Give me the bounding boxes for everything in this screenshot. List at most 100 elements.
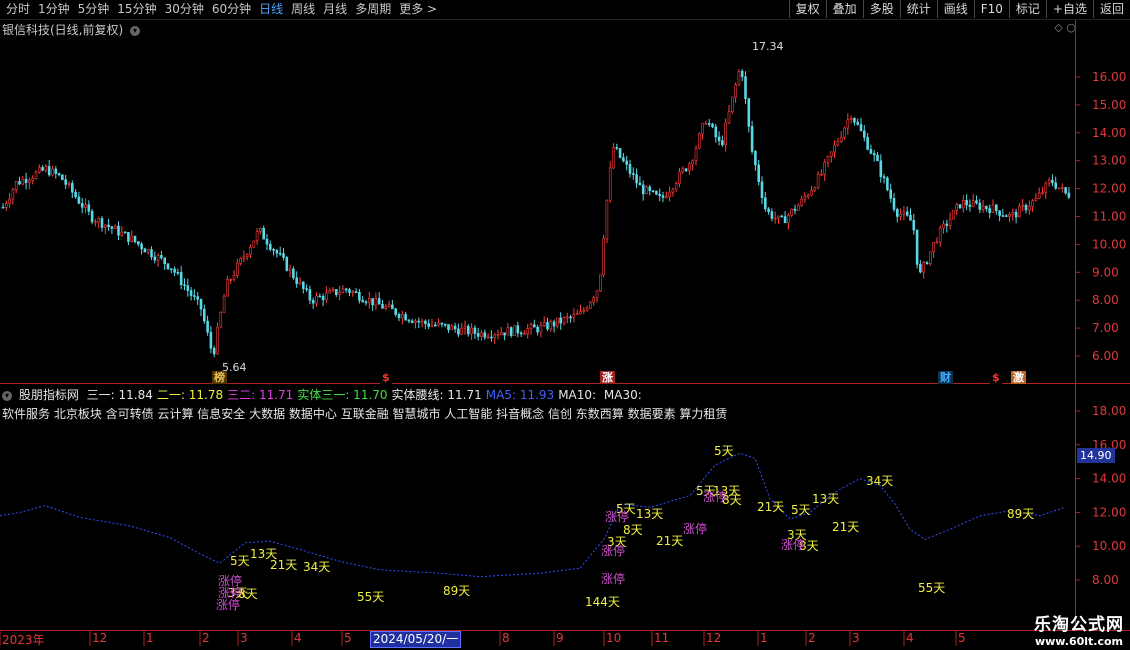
candle-body — [74, 191, 77, 198]
candle-body — [367, 298, 371, 303]
candle-body — [338, 292, 341, 295]
candle-body — [942, 223, 945, 229]
candle-body — [354, 291, 358, 293]
candle-body — [998, 210, 1001, 216]
candle-body — [849, 117, 853, 120]
main-y-label: 16.00 — [1092, 70, 1126, 84]
indicator-annotation: 89天 — [443, 584, 470, 598]
candle-body — [364, 301, 368, 304]
candle-body — [90, 210, 94, 223]
candle-body — [292, 268, 295, 279]
event-marker[interactable]: $ — [380, 371, 392, 384]
candle-body — [958, 204, 962, 209]
candle-body — [34, 171, 38, 179]
candle-body — [288, 268, 292, 271]
candle-body — [1021, 204, 1025, 207]
candle-body — [1054, 182, 1057, 189]
candle-body — [371, 298, 374, 306]
indicator-annotation: 144天 — [585, 595, 620, 609]
candle-body — [407, 319, 411, 322]
indicator-annotation: 涨停 — [601, 571, 625, 586]
candle-body — [480, 332, 483, 337]
candle-body — [589, 301, 592, 309]
candle-body — [783, 216, 787, 224]
candle-body — [704, 123, 708, 125]
indicator-values: 三一: 11.84 二一: 11.78 三二: 11.71 实体三一: 11.70 实体… — [83, 388, 642, 402]
candle-body — [711, 123, 714, 128]
main-y-label: 12.00 — [1092, 182, 1126, 196]
event-marker[interactable]: 涨 — [600, 371, 615, 384]
candle-body — [519, 332, 523, 335]
candle-body — [245, 254, 249, 258]
event-marker[interactable]: 财 — [938, 371, 953, 384]
candle-body — [80, 203, 84, 208]
candle-body — [490, 336, 493, 339]
candle-body — [658, 193, 662, 196]
event-marker[interactable]: $ — [990, 371, 1002, 384]
candle-body — [275, 250, 279, 254]
candle-body — [546, 322, 549, 330]
candle-body — [311, 299, 315, 304]
indicator-annotation: 涨停 — [601, 543, 625, 558]
indicator-annotation: 涨停 — [781, 537, 805, 552]
candle-body — [186, 285, 190, 291]
chart-canvas[interactable]: 16.0015.0014.0013.0012.0011.0010.009.008… — [0, 0, 1130, 650]
candle-body — [912, 220, 916, 231]
candle-body — [1, 206, 5, 209]
candle-body — [879, 160, 883, 177]
candle-body — [1041, 192, 1044, 194]
main-y-label: 15.00 — [1092, 98, 1126, 112]
candle-body — [377, 298, 381, 305]
indicator-annotation: 89天 — [1007, 507, 1034, 521]
candle-body — [740, 70, 744, 77]
indicator-annotation: 涨停 — [703, 489, 727, 504]
candle-body — [681, 168, 685, 173]
candle-body — [54, 168, 58, 174]
candle-body — [625, 160, 629, 165]
candle-body — [133, 235, 137, 242]
event-marker[interactable]: 榜 — [212, 371, 227, 384]
chevron-down-icon[interactable]: ▾ — [2, 390, 12, 401]
candle-body — [948, 218, 952, 226]
candle-body — [37, 167, 41, 173]
candle-body — [140, 243, 143, 250]
candle-body — [938, 227, 942, 243]
candle-body — [64, 179, 67, 185]
candle-body — [166, 263, 170, 270]
candle-body — [104, 224, 107, 228]
candle-body — [701, 123, 704, 135]
candle-body — [612, 147, 615, 169]
indicator-annotation: 13天 — [636, 507, 663, 521]
candle-body — [631, 173, 635, 175]
x-axis-label: 1 — [760, 631, 768, 645]
candle-body — [899, 213, 902, 217]
candle-body — [886, 177, 889, 191]
candle-body — [262, 228, 266, 240]
candle-body — [483, 332, 487, 338]
indicator-annotation: 13天 — [812, 492, 839, 506]
indicator-value-0: 三一: 11.84 — [86, 388, 153, 402]
candle-body — [443, 323, 447, 326]
candle-body — [268, 243, 272, 250]
ind-y-label: 8.00 — [1092, 573, 1119, 587]
x-axis-label: 5 — [958, 631, 966, 645]
x-axis-label: 4 — [906, 631, 914, 645]
candle-body — [242, 256, 246, 259]
indicator-annotation: 21天 — [656, 534, 683, 548]
candle-body — [384, 306, 388, 309]
candle-body — [150, 249, 153, 258]
candle-body — [499, 332, 503, 335]
candle-body — [331, 289, 335, 291]
candle-body — [47, 166, 51, 176]
main-y-label: 7.00 — [1092, 321, 1119, 335]
watermark: 乐淘公式网 www.60lt.com — [1034, 610, 1124, 648]
candle-body — [219, 312, 223, 328]
candle-body — [760, 181, 764, 199]
candle-body — [777, 215, 780, 219]
candle-body — [796, 205, 800, 211]
candle-body — [529, 324, 533, 330]
candle-body — [259, 228, 262, 232]
event-marker[interactable]: 激 — [1011, 371, 1026, 384]
candle-body — [985, 205, 988, 209]
candle-body — [265, 238, 269, 245]
